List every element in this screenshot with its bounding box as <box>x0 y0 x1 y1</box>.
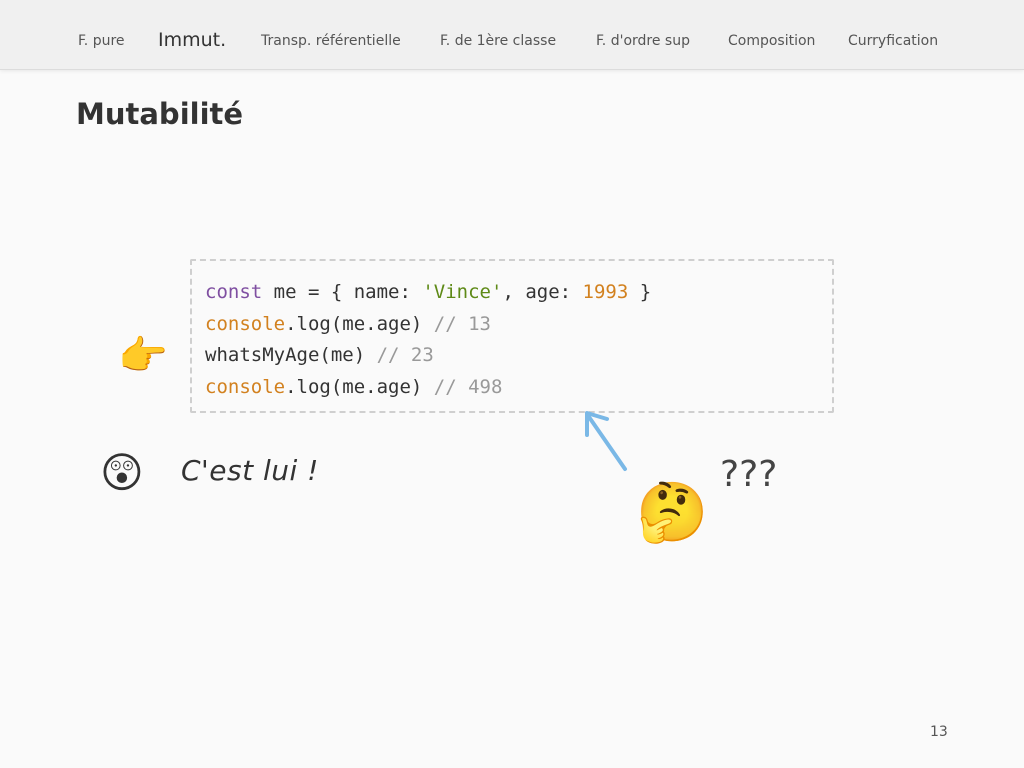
nav-item-composition[interactable]: Composition <box>728 33 815 49</box>
top-navigation-bar: F. pure Immut. Transp. référentielle F. … <box>0 0 1024 70</box>
astonished-face-icon: 😲 <box>100 448 144 497</box>
code-number: 1993 <box>582 281 629 303</box>
code-text: me = { name: <box>262 281 423 303</box>
code-line-2: console.log(me.age) // 13 <box>205 309 651 341</box>
code-line-4: console.log(me.age) // 498 <box>205 372 651 404</box>
code-comment: // 498 <box>433 375 503 398</box>
pointing-right-icon: 👉 <box>118 333 168 379</box>
nav-item-immutability[interactable]: Immut. <box>158 29 226 51</box>
code-text: } <box>628 281 652 303</box>
code-text: .log(me.age) <box>285 312 434 335</box>
slide-title: Mutabilité <box>76 97 244 131</box>
code-function: console <box>205 375 286 398</box>
nav-item-currying[interactable]: Curryfication <box>848 33 938 49</box>
code-text: , age: <box>502 281 583 303</box>
code-line-1: const me = { name: 'Vince', age: 1993 } <box>205 277 651 309</box>
code-block: const me = { name: 'Vince', age: 1993 } c… <box>205 277 651 403</box>
code-string: 'Vince' <box>422 281 503 303</box>
page-number: 13 <box>930 724 948 740</box>
nav-item-first-class-functions[interactable]: F. de 1ère classe <box>440 33 556 49</box>
thinking-face-icon: 🤔 <box>636 478 709 546</box>
nav-item-pure-functions[interactable]: F. pure <box>78 33 125 49</box>
code-function: console <box>205 312 286 335</box>
question-marks: ??? <box>720 454 778 495</box>
handwritten-note: C'est lui ! <box>181 454 319 487</box>
nav-item-referential-transparency[interactable]: Transp. référentielle <box>261 33 401 49</box>
arrow-up-left-icon <box>585 411 627 471</box>
code-comment: // 13 <box>433 312 491 335</box>
nav-item-higher-order-functions[interactable]: F. d'ordre sup <box>596 33 690 49</box>
code-line-3: whatsMyAge(me) // 23 <box>205 340 651 372</box>
code-text: whatsMyAge(me) <box>205 344 377 366</box>
code-keyword: const <box>205 281 263 303</box>
code-text: .log(me.age) <box>285 375 434 398</box>
code-comment: // 23 <box>376 344 434 366</box>
